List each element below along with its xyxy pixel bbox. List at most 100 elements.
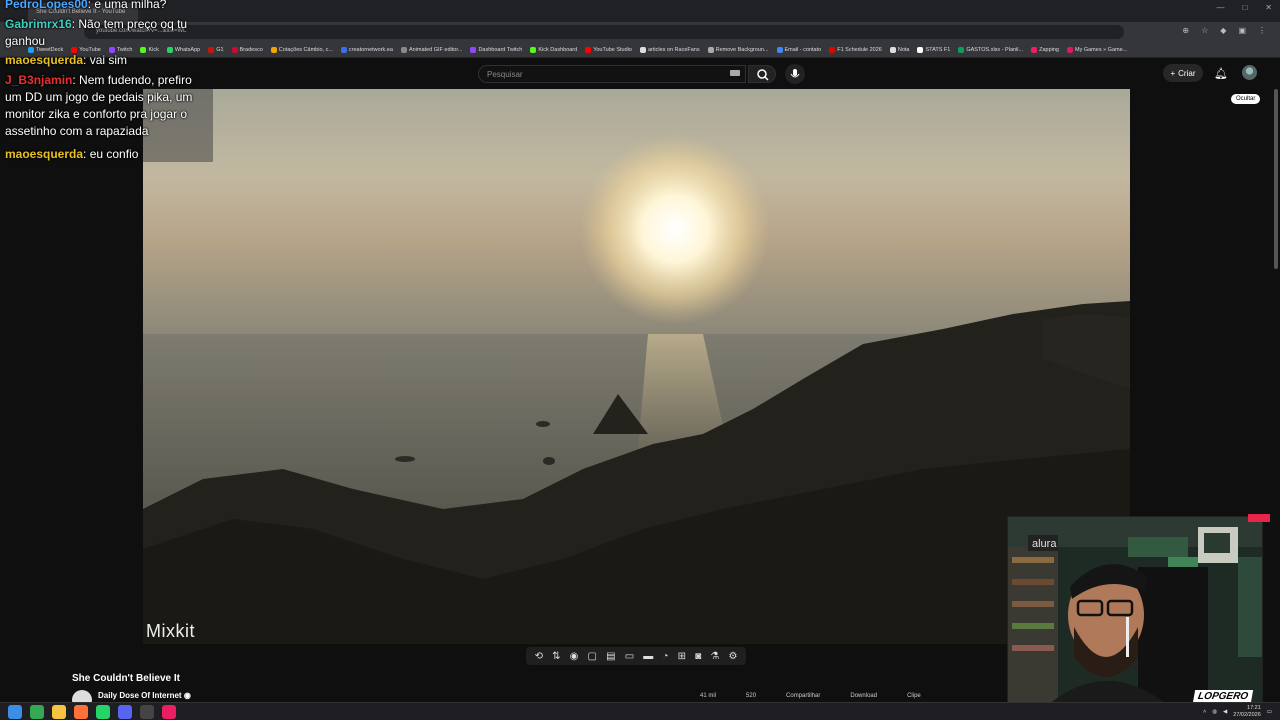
speed-icon[interactable]: ◔ — [662, 651, 668, 662]
bookmark-item[interactable]: Email - contato — [776, 46, 822, 53]
hide-button[interactable]: Ocultar — [1231, 94, 1261, 104]
bookmark-item[interactable]: Nota — [889, 46, 909, 53]
chat-text: : eu confio — [83, 147, 139, 161]
scrollbar[interactable] — [1274, 89, 1278, 269]
picture-in-picture-icon[interactable]: ▭ — [625, 651, 634, 662]
keyboard-icon[interactable] — [730, 70, 740, 76]
search-input[interactable]: Pesquisar — [478, 65, 746, 83]
bookmark-favicon-icon — [585, 46, 592, 53]
bookmark-favicon-icon — [208, 46, 215, 53]
bookmark-item[interactable]: creatornetwork.ea — [340, 46, 393, 53]
obs-icon[interactable] — [140, 705, 154, 719]
bookmark-label: GASTOS.xlsx - Planil... — [966, 46, 1024, 53]
puzzle-icon[interactable]: ▣ — [1238, 26, 1246, 35]
minimize-button[interactable]: — — [1216, 3, 1224, 12]
theater-icon[interactable]: ▬ — [643, 651, 653, 662]
whatsapp-icon[interactable] — [96, 705, 110, 719]
clock[interactable]: 17:21 27/02/2026 — [1233, 705, 1261, 719]
notifications-icon[interactable]: ▭ — [1267, 709, 1272, 715]
bookmark-item[interactable]: Animated GIF editor... — [400, 46, 463, 53]
chat-text: : vai sim — [83, 53, 128, 67]
chat-username[interactable]: maoesquerda — [5, 147, 83, 161]
taskbar-apps — [8, 705, 176, 719]
volume-icon[interactable]: ◀ — [1223, 709, 1227, 715]
chat-username[interactable]: maoesquerda — [5, 53, 83, 67]
desktop: She Couldn't Believe It - YouTube — □ ✕ … — [0, 0, 1280, 720]
bookmark-favicon-icon — [958, 46, 965, 53]
share-button[interactable]: Compartilhar — [786, 693, 820, 699]
chat-username[interactable]: Gabrimrx16 — [5, 17, 72, 31]
gear-icon[interactable]: ⚙ — [728, 651, 737, 662]
bookmark-item[interactable]: Cotações Câmbio, c... — [270, 46, 333, 53]
chrome-icon[interactable] — [30, 705, 44, 719]
extension-icon[interactable]: ◆ — [1220, 26, 1226, 35]
close-button[interactable]: ✕ — [1265, 3, 1272, 12]
bookmark-item[interactable]: Dashboard Twitch — [470, 46, 522, 53]
bookmark-item[interactable]: Zapping — [1031, 46, 1059, 53]
comments-button[interactable]: 520 — [746, 693, 756, 699]
star-icon[interactable]: ☆ — [1201, 26, 1208, 35]
bookmark-item[interactable]: Remove Backgroun... — [707, 46, 769, 53]
screenshot-icon[interactable]: ▢ — [588, 651, 597, 662]
video-actions: 41 mil 520 Compartilhar Download Clipe — [700, 693, 921, 699]
sort-icon[interactable]: ⇅ — [552, 651, 560, 662]
bell-icon[interactable]: 🔔︎ — [1214, 67, 1228, 80]
windows-icon[interactable] — [8, 705, 22, 719]
like-button[interactable]: 41 mil — [700, 693, 716, 699]
plus-icon: + — [1170, 68, 1176, 78]
bookmark-item[interactable]: Kick Dashboard — [530, 46, 577, 53]
chat-username[interactable]: PedroLopes00 — [5, 0, 88, 11]
bookmark-label: Email - contato — [784, 46, 822, 53]
bookmark-label: creatornetwork.ea — [348, 46, 393, 53]
live-indicator — [1248, 514, 1270, 522]
clip-button[interactable]: Clipe — [907, 693, 921, 699]
loop-icon[interactable]: ⟲ — [535, 651, 543, 662]
chat-message: Gabrimrx16: Não tem preço oq tu ganhou — [5, 16, 205, 50]
channel-name-text: Daily Dose Of Internet — [98, 691, 182, 700]
bookmark-item[interactable]: YouTube Studio — [585, 46, 632, 53]
firefox-icon[interactable] — [74, 705, 88, 719]
add-video-icon[interactable]: ⊞ — [678, 651, 686, 662]
mic-icon — [790, 69, 800, 78]
bookmark-favicon-icon — [231, 46, 238, 53]
avatar[interactable] — [1242, 65, 1257, 80]
bookmark-item[interactable]: articles on RaceFans — [639, 46, 700, 53]
download-button[interactable]: Download — [850, 693, 877, 699]
explorer-icon[interactable] — [52, 705, 66, 719]
install-icon[interactable]: ⊕ — [1182, 26, 1189, 35]
bookmark-favicon-icon — [340, 46, 347, 53]
network-icon[interactable]: ◍ — [1212, 709, 1217, 715]
chat-message: maoesquerda: vai sim — [5, 52, 205, 69]
bookmark-item[interactable]: G1 — [208, 46, 224, 53]
bookmark-label: F1 Schedule 2026 — [837, 46, 882, 53]
search-button[interactable] — [748, 65, 776, 83]
bookmark-label: Zapping — [1039, 46, 1059, 53]
film-icon[interactable]: ▤ — [606, 651, 615, 662]
chat-username[interactable]: J_B3njamin — [5, 73, 72, 87]
bookmark-favicon-icon — [400, 46, 407, 53]
create-button[interactable]: + Criar — [1163, 64, 1203, 82]
bookmark-favicon-icon — [639, 46, 646, 53]
discord-icon[interactable] — [118, 705, 132, 719]
voice-search-button[interactable] — [785, 64, 805, 84]
audio-icon[interactable]: ◉ — [570, 651, 579, 662]
bookmark-item[interactable]: Bradesco — [231, 46, 263, 53]
bookmark-item[interactable]: My Games » Game... — [1066, 46, 1127, 53]
app-icon[interactable] — [162, 705, 176, 719]
bookmark-favicon-icon — [917, 46, 924, 53]
camera-icon[interactable]: ◙ — [695, 651, 701, 662]
chevron-up-icon[interactable]: ˄ — [1203, 709, 1206, 715]
menu-icon[interactable]: ⋮ — [1258, 26, 1266, 35]
clock-date: 27/02/2026 — [1233, 712, 1261, 718]
bookmark-favicon-icon — [530, 46, 537, 53]
bookmark-item[interactable]: F1 Schedule 2026 — [829, 46, 882, 53]
channel-name[interactable]: Daily Dose Of Internet ◉ — [98, 691, 191, 700]
flask-icon[interactable]: ⚗ — [710, 651, 719, 662]
bookmark-label: Animated GIF editor... — [408, 46, 463, 53]
bookmark-item[interactable]: STATS F1 — [917, 46, 950, 53]
url-field[interactable]: youtube.com/watch?v=...&list=WL — [84, 25, 1124, 39]
maximize-button[interactable]: □ — [1242, 3, 1247, 12]
bookmark-item[interactable]: GASTOS.xlsx - Planil... — [958, 46, 1024, 53]
search-icon — [757, 69, 769, 81]
video-player[interactable] — [143, 89, 1130, 644]
